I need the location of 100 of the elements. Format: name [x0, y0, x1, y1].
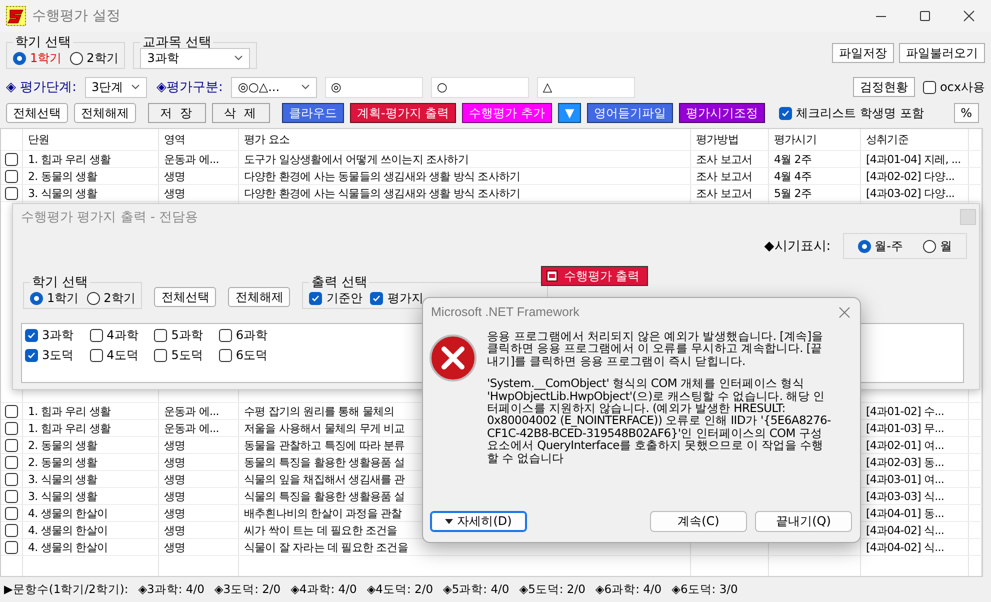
- table-cell: 조사 보고서: [696, 152, 752, 166]
- checkbox[interactable]: [922, 80, 936, 94]
- checkbox[interactable]: [5, 170, 18, 182]
- table-cell: 식물의 잎을 채집해서 생김새를 관: [244, 472, 405, 486]
- radio-button[interactable]: [30, 292, 43, 304]
- check-icon: [372, 294, 382, 302]
- table-cell: 조사 보고서: [696, 186, 752, 200]
- input-field[interactable]: ◎: [324, 76, 423, 98]
- radio-label: 2학기: [104, 290, 136, 306]
- radio-label: 월-주: [874, 238, 903, 254]
- checkbox[interactable]: [90, 349, 103, 362]
- dropdown[interactable]: 3단계: [84, 76, 147, 98]
- group-label: 학기 선택: [14, 34, 72, 51]
- toolbar-button[interactable]: 전체해제: [74, 103, 136, 123]
- print-button[interactable]: 수행평가 출력: [541, 266, 648, 286]
- status-item: ◈6도덕: 3/0: [672, 582, 738, 597]
- checkbox[interactable]: [370, 292, 384, 304]
- table-cell: 4. 생물의 한살이: [28, 540, 108, 554]
- checkbox-label: 5도덕: [171, 347, 203, 364]
- chevron-down-icon: [300, 84, 310, 90]
- table-cell: [4과01-03] 무...: [866, 420, 944, 436]
- app-logo-icon: [6, 6, 26, 26]
- column-header: 영역: [164, 132, 186, 147]
- percent-button[interactable]: %: [954, 103, 979, 123]
- table-cell: 생명: [164, 522, 186, 538]
- checkbox[interactable]: [25, 349, 38, 362]
- file-button[interactable]: 파일불러오기: [899, 43, 985, 63]
- details-button[interactable]: 자세히(D): [430, 511, 527, 532]
- checkbox[interactable]: [309, 292, 322, 304]
- radio-button[interactable]: [86, 292, 100, 304]
- checkbox[interactable]: [5, 506, 18, 520]
- dropdown[interactable]: 3과학: [140, 48, 250, 68]
- table-cell: 생명: [164, 472, 186, 486]
- checkbox-label: 3도덕: [42, 347, 74, 364]
- checkbox[interactable]: [218, 329, 232, 342]
- radio-button[interactable]: [923, 240, 936, 252]
- checkbox-label: 체크리스트 학생명 포함: [796, 104, 924, 122]
- radio-button[interactable]: [70, 52, 83, 64]
- check-icon: [781, 108, 790, 118]
- toolbar-button[interactable]: 저 장: [148, 103, 206, 123]
- checkbox[interactable]: [5, 404, 18, 418]
- radio-button[interactable]: [858, 240, 871, 252]
- check-icon: [311, 294, 320, 302]
- field-label: ◈평가구분:: [156, 79, 223, 96]
- checkbox[interactable]: [5, 490, 18, 502]
- table-cell: 배추흰나비의 한살이 과정을 관찰: [244, 506, 402, 520]
- toolbar-button[interactable]: 계획-평가지 출력: [350, 103, 456, 123]
- status-item: ◈3도덕: 2/0: [214, 582, 281, 597]
- dialog-button[interactable]: 끝내기(Q): [755, 511, 852, 532]
- table-cell: 2. 동물의 생활: [28, 454, 97, 470]
- select-button[interactable]: 전체선택: [154, 287, 216, 307]
- column-header: 평가 요소: [244, 132, 290, 147]
- toolbar-button[interactable]: 클라우드: [282, 103, 344, 123]
- checkbox[interactable]: [779, 106, 792, 120]
- status-button[interactable]: 검정현황: [852, 77, 915, 97]
- checkbox[interactable]: [25, 329, 38, 342]
- window-title: 수행평가 설정: [32, 7, 120, 25]
- checkbox[interactable]: [5, 524, 18, 536]
- maximize-icon: [919, 10, 931, 22]
- checkbox[interactable]: [5, 438, 18, 452]
- dropdown[interactable]: ◎○△...: [230, 76, 317, 98]
- file-button[interactable]: 파일저장: [832, 43, 894, 63]
- error-message: 'System.__ComObject' 형식의 COM 개체를 인터페이스 형식 'HwpObjectLib.HwpObject'(으)로 캐스팅할 수 없습니다. 해당 인터페이스를 지원하지 않습니다. (예외가 발생한 HRESULT: 0x80004002 (E_NOINTERFACE)) 오류로 인해 IID가 '{5E6A8276-CF1C-42B8-BCED-319548B02AF6}'인 인터페이스의 COM 구성 요소에서 QueryInterface를 호출하지 못했으므로 이 작업을 수행할 수 없습니다: [487, 377, 832, 464]
- checkbox[interactable]: [90, 329, 103, 342]
- table-cell: [4과03-01] 여...: [866, 472, 944, 486]
- checkbox[interactable]: [218, 349, 232, 362]
- table-cell: [4과04-01] 동...: [866, 506, 944, 520]
- select-button[interactable]: 전체해제: [228, 287, 290, 307]
- checkbox[interactable]: [5, 540, 18, 554]
- caret-down-icon: [445, 519, 454, 524]
- checkbox[interactable]: [5, 456, 18, 468]
- table-cell: 식물의 특징을 활용한 생활용품 설: [244, 488, 405, 504]
- checkbox[interactable]: [154, 329, 168, 342]
- dialog-button[interactable]: 계속(C): [650, 511, 747, 532]
- chevron-down-icon: [234, 55, 244, 61]
- column-header: 평가방법: [696, 132, 738, 147]
- toolbar-button[interactable]: 삭 제: [212, 103, 270, 123]
- checkbox[interactable]: [154, 349, 168, 362]
- toolbar-button[interactable]: 평가시기조정: [679, 103, 766, 123]
- toolbar-button[interactable]: 영어듣기파일: [587, 103, 674, 123]
- status-item: ◈5도덕: 2/0: [519, 582, 586, 597]
- radio-button[interactable]: [13, 52, 26, 64]
- table-cell: 수평 잡기의 원리를 통해 물체의: [244, 404, 394, 418]
- input-field[interactable]: ○: [430, 76, 529, 98]
- input-field[interactable]: △: [536, 76, 635, 98]
- checkbox-label: 기준안: [326, 290, 362, 306]
- radio-label: 1학기: [47, 290, 79, 306]
- checkbox[interactable]: [5, 186, 18, 200]
- table-cell: 1. 힘과 우리 생활: [28, 152, 111, 166]
- check-icon: [27, 351, 36, 360]
- table-cell: 생명: [164, 488, 186, 504]
- checkbox[interactable]: [5, 152, 18, 166]
- table-cell: 2. 동물의 생활: [28, 438, 97, 452]
- checkbox[interactable]: [5, 472, 18, 486]
- status-item: ◈3과학: 4/0: [138, 582, 204, 597]
- table-cell: 4. 생물의 한살이: [28, 506, 108, 520]
- toolbar-button[interactable]: 전체선택: [6, 103, 68, 123]
- column-header: 평가시기: [774, 132, 816, 147]
- table-cell: 동물을 관찰하고 특징에 따라 분류: [244, 438, 405, 452]
- checkbox[interactable]: [5, 422, 18, 434]
